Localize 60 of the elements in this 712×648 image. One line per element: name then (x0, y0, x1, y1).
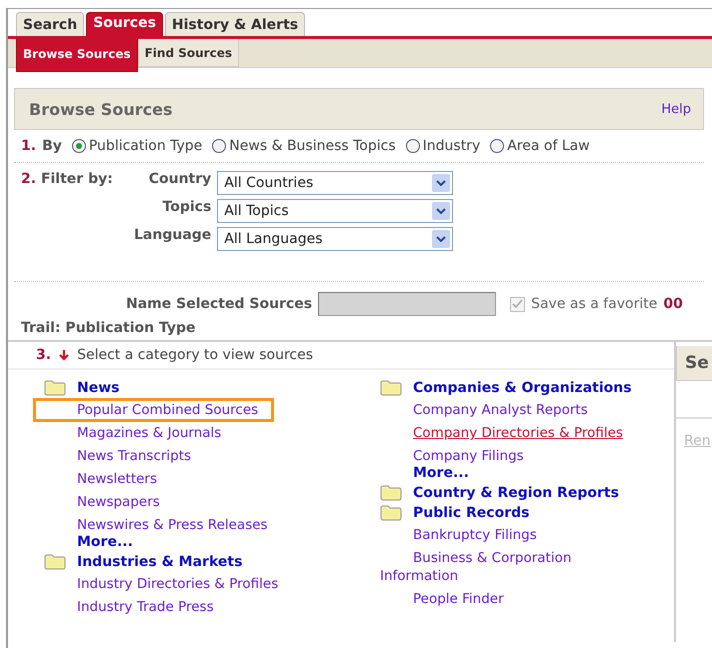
source-link[interactable]: Company Directories & Profiles (380, 424, 623, 442)
folder-icon (44, 554, 66, 570)
tab[interactable]: Search (16, 12, 84, 36)
step-label: By (42, 138, 62, 154)
source-link[interactable]: Industry Directories & Profiles (44, 575, 278, 593)
radio-button[interactable] (72, 139, 86, 153)
tab[interactable]: History & Alerts (164, 12, 306, 36)
filter-label: Country (148, 171, 212, 187)
source-link[interactable]: Newsletters (44, 470, 158, 488)
checkbox-label: Save as a favorite (531, 296, 658, 312)
trail-text: Trail: Publication Type (20, 319, 197, 336)
category-link[interactable]: Country & Region Reports (413, 485, 619, 501)
radio-label[interactable]: Publication Type (88, 138, 202, 154)
down-arrow-icon (59, 349, 70, 361)
radio-label[interactable]: Industry (422, 138, 480, 154)
step-number: 1. (21, 138, 36, 154)
source-link[interactable]: Popular Combined Sources (36, 401, 272, 419)
step-number: 2. (21, 171, 36, 187)
filter-label: Topics (162, 199, 212, 215)
source-link[interactable]: Company Analyst Reports (380, 401, 588, 419)
side-panel-title: Se (685, 353, 709, 373)
folder-icon (380, 505, 402, 521)
source-link[interactable]: Bankruptcy Filings (380, 526, 537, 544)
dropdown[interactable]: All Countries (217, 171, 454, 195)
subtab[interactable]: Find Sources (138, 39, 239, 67)
name-label: Name Selected Sources (126, 296, 312, 312)
dropdown[interactable]: All Topics (217, 199, 454, 223)
count: 00 (663, 296, 683, 312)
radio-label[interactable]: News & Business Topics (229, 138, 396, 154)
help-link[interactable]: Help (661, 102, 691, 116)
panel-title: Browse Sources (29, 100, 172, 118)
category-link[interactable]: Companies & Organizations (413, 380, 632, 396)
folder-icon (380, 380, 402, 396)
source-link[interactable]: People Finder (380, 590, 504, 608)
radio-button[interactable] (406, 139, 420, 153)
source-link[interactable]: News Transcripts (44, 447, 192, 465)
category-link[interactable]: Industries & Markets (77, 554, 242, 570)
category-link[interactable]: Public Records (413, 505, 530, 521)
source-link[interactable]: Magazines & Journals (44, 424, 222, 442)
tab[interactable]: Sources (86, 12, 163, 36)
radio-button[interactable] (490, 139, 504, 153)
source-link[interactable]: Industry Trade Press (44, 598, 214, 616)
subtab[interactable]: Browse Sources (16, 39, 138, 72)
folder-icon (380, 485, 402, 501)
radio-button[interactable] (212, 139, 226, 153)
name-field[interactable] (318, 292, 496, 316)
radio-label[interactable]: Area of Law (507, 138, 590, 154)
folder-icon (44, 380, 66, 396)
source-link[interactable]: Company Filings (380, 447, 524, 465)
step-number: 3. (36, 347, 52, 363)
more-link[interactable]: More... (77, 534, 133, 550)
more-link[interactable]: More... (413, 465, 469, 481)
dropdown[interactable]: All Languages (217, 227, 454, 251)
filter-label: Language (134, 227, 212, 243)
source-link[interactable]: Business & Corporation Information (380, 549, 650, 585)
step-label: Filter by: (40, 171, 113, 187)
source-link[interactable]: Newspapers (44, 493, 160, 511)
source-link[interactable]: Newswires & Press Releases (44, 516, 268, 534)
category-link[interactable]: News (77, 380, 120, 396)
instruction-text: Select a category to view sources (77, 347, 314, 363)
